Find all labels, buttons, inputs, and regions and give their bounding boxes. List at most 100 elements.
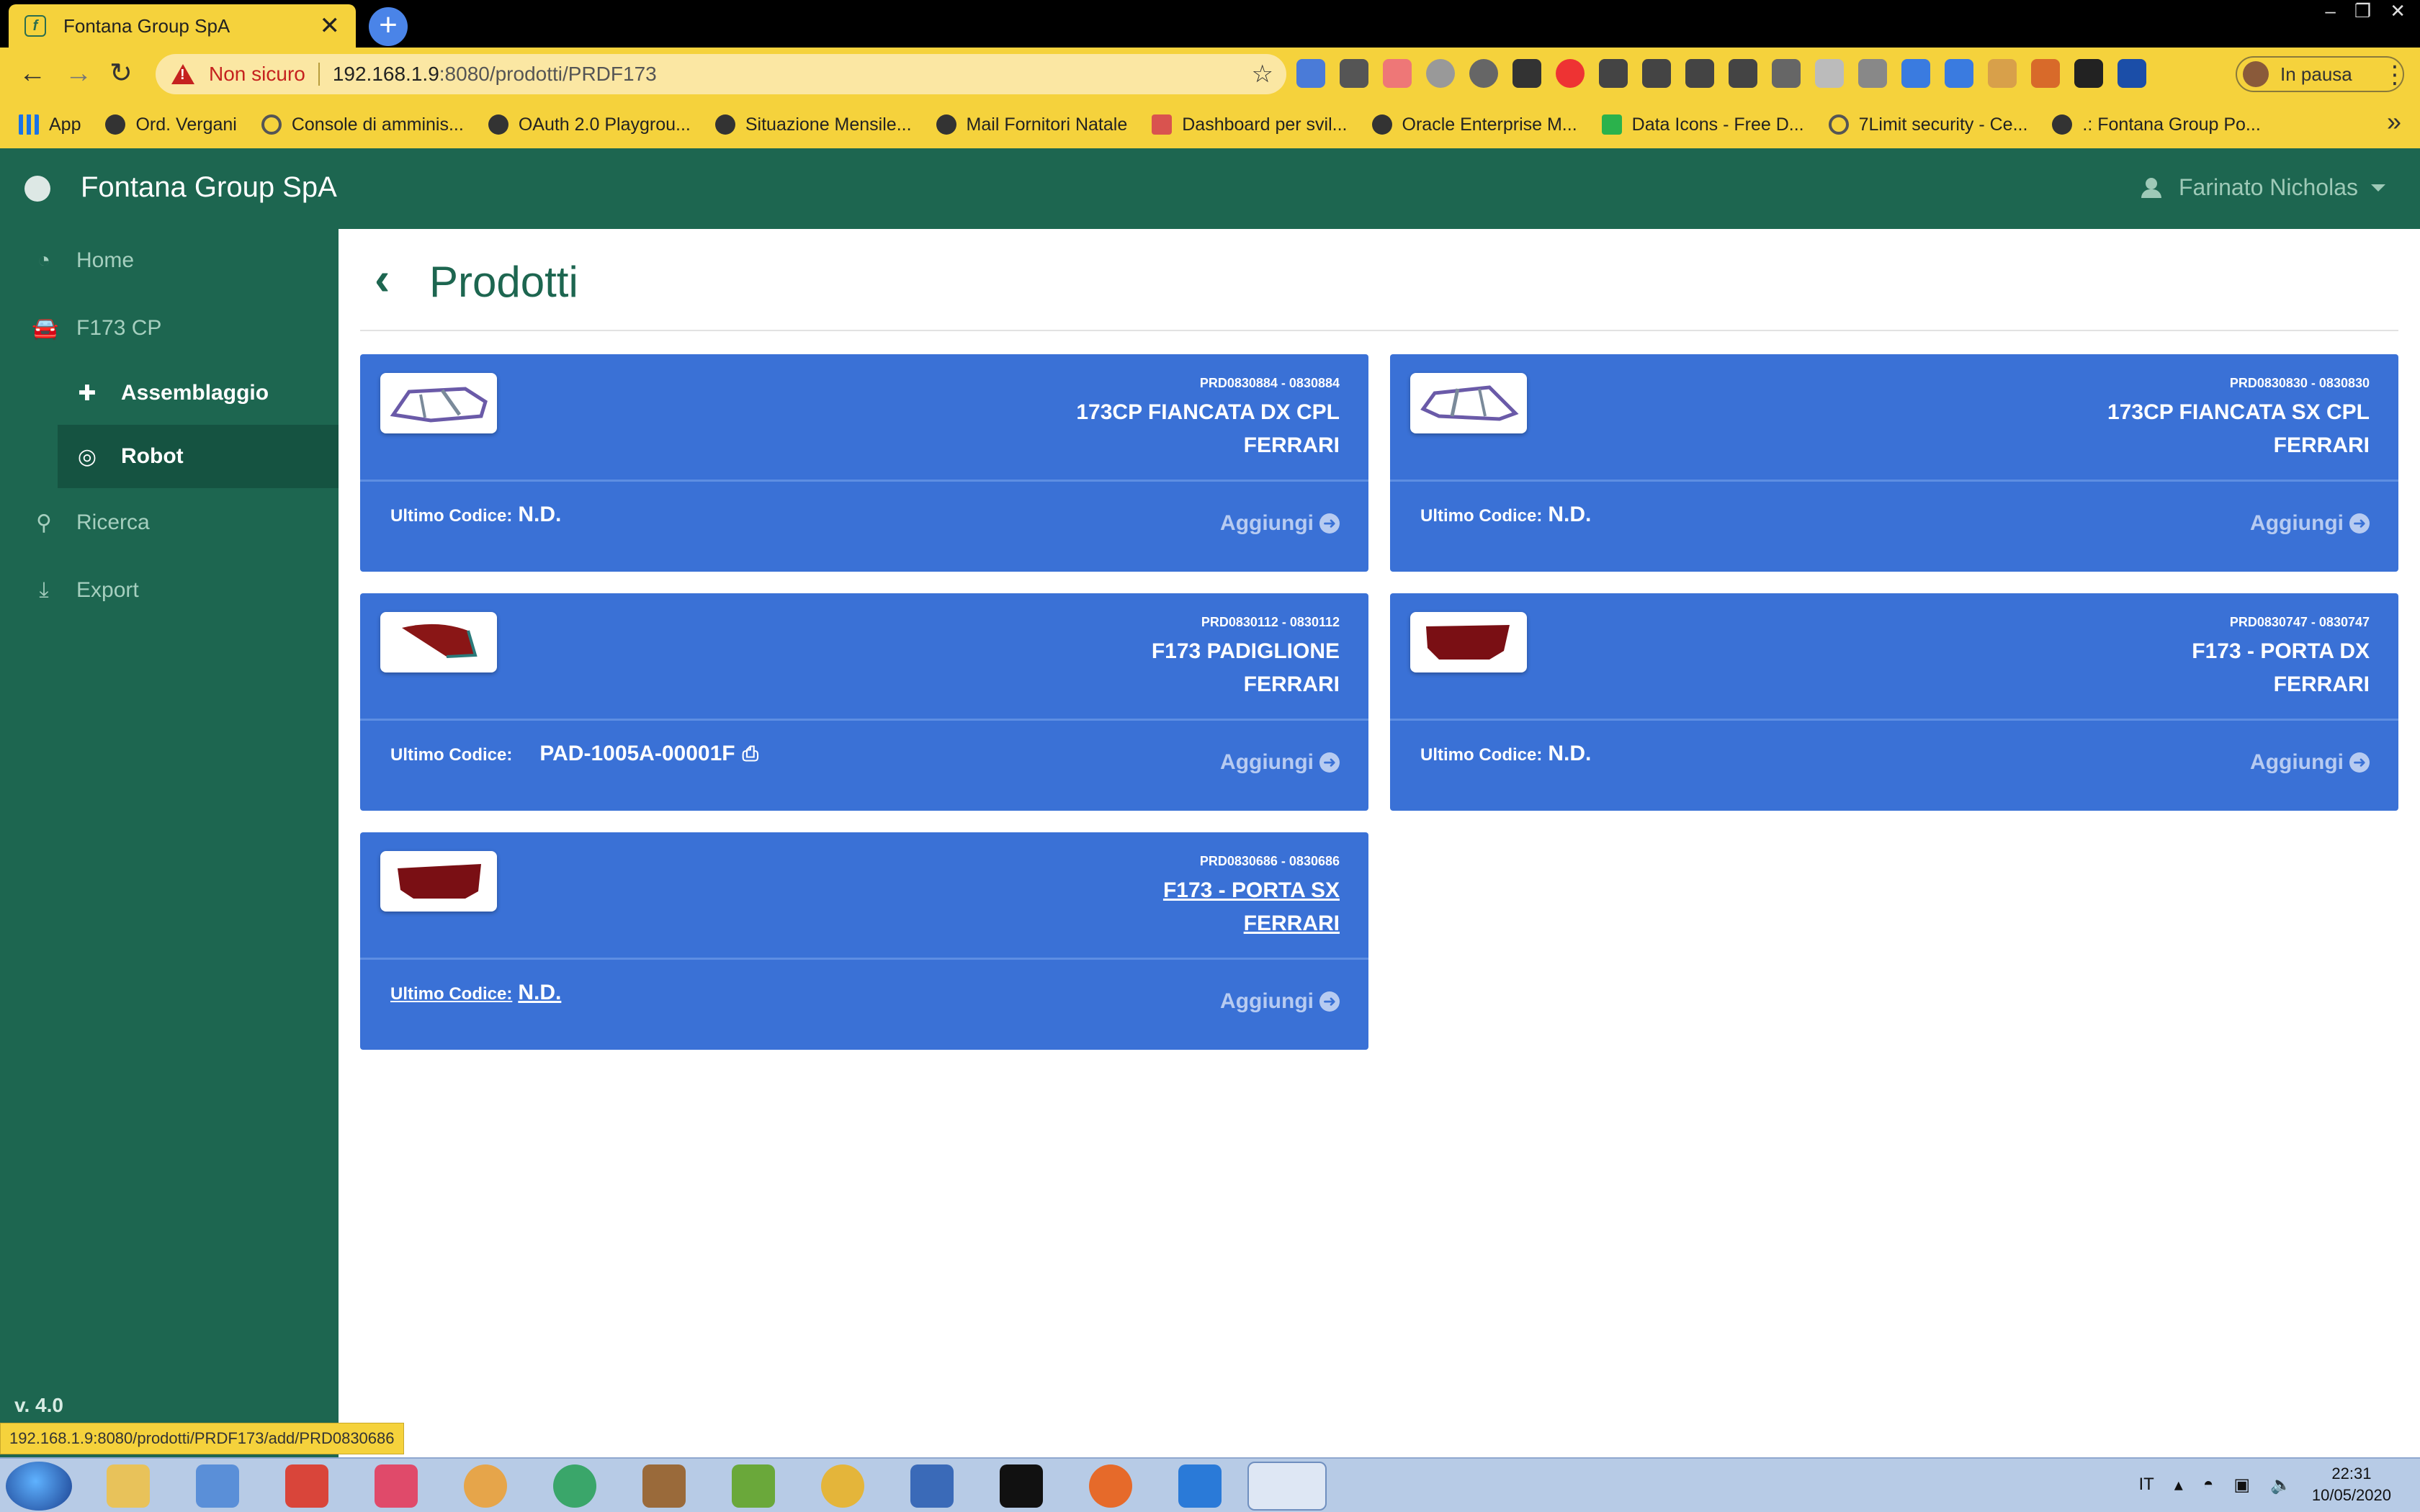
extension-icon[interactable] <box>1772 59 1801 88</box>
more-bookmarks-icon[interactable]: » <box>2387 107 2401 137</box>
bookmark-item[interactable]: Ord. Vergani <box>105 114 237 135</box>
clock[interactable]: 22:31 10/05/2020 <box>2312 1463 2391 1506</box>
terminal-icon[interactable] <box>1000 1464 1043 1508</box>
bookmark-label: Situazione Mensile... <box>745 114 912 135</box>
vscode-icon[interactable] <box>1178 1464 1222 1508</box>
product-thumbnail <box>380 612 497 672</box>
sidebar-item-f173-cp[interactable]: 🚘 F173 CP <box>0 297 339 360</box>
firefox-icon[interactable] <box>1089 1464 1132 1508</box>
start-button-icon[interactable] <box>6 1462 72 1511</box>
bookmark-item[interactable]: Oracle Enterprise M... <box>1371 114 1577 135</box>
dark-mode-extension-icon[interactable] <box>1556 59 1585 88</box>
sidebar-item-ricerca[interactable]: ⚲ Ricerca <box>0 491 339 554</box>
add-button[interactable]: Aggiungi ➜ <box>1220 750 1340 775</box>
card-divider <box>1390 719 2398 721</box>
product-thumbnail <box>380 851 497 912</box>
search-icon: ⚲ <box>36 510 52 535</box>
extension-icon[interactable] <box>1988 59 2017 88</box>
warning-icon <box>171 64 194 84</box>
remote-desktop-icon[interactable] <box>910 1464 954 1508</box>
minimize-icon[interactable]: ‒ <box>2325 0 2335 22</box>
bookmark-item[interactable]: Data Icons - Free D... <box>1601 114 1804 135</box>
add-button[interactable]: Aggiungi ➜ <box>2250 511 2370 536</box>
bookmark-item[interactable]: Situazione Mensile... <box>714 114 912 135</box>
extension-icon[interactable] <box>1383 59 1412 88</box>
extension-icon[interactable] <box>1815 59 1844 88</box>
add-button[interactable]: Aggiungi ➜ <box>1220 989 1340 1014</box>
back-chevron-icon[interactable]: ‹ <box>375 253 390 304</box>
extension-icon[interactable] <box>1945 59 1973 88</box>
checkmark-extension-icon[interactable] <box>2074 59 2103 88</box>
app-icon[interactable] <box>375 1464 418 1508</box>
chrome-active-window-icon[interactable] <box>1247 1462 1327 1511</box>
last-code-label: Ultimo Codice: <box>390 745 513 765</box>
function-extension-icon[interactable] <box>1685 59 1714 88</box>
address-bar[interactable]: Non sicuro 192.168.1.9:8080/prodotti/PRD… <box>156 54 1286 94</box>
translate-extension-icon[interactable] <box>1296 59 1325 88</box>
bookmark-star-icon[interactable]: ☆ <box>1252 60 1273 89</box>
last-code-label: Ultimo Codice: <box>390 506 513 526</box>
bookmark-item[interactable]: Mail Fornitori Natale <box>936 114 1127 135</box>
reload-icon[interactable]: ↻ <box>109 59 133 88</box>
sidebar-item-assemblaggio[interactable]: ✚ Assemblaggio <box>58 361 339 425</box>
volume-icon[interactable]: 🔈 <box>2270 1475 2292 1495</box>
app-title[interactable]: Fontana Group SpA <box>81 171 337 204</box>
last-code: Ultimo Codice: N.D. <box>390 981 561 1005</box>
add-label: Aggiungi <box>2250 511 2344 535</box>
title-divider <box>360 330 2398 331</box>
new-extension-icon[interactable] <box>1599 59 1628 88</box>
profile-button[interactable]: In pausa <box>2236 56 2404 92</box>
tray-expand-icon[interactable]: ▴ <box>2174 1475 2183 1495</box>
door-panel-icon <box>398 864 481 899</box>
extension-icon[interactable] <box>1901 59 1930 88</box>
printer-icon[interactable]: ⎙ <box>743 742 758 766</box>
extension-icon[interactable] <box>1729 59 1757 88</box>
app-icon[interactable] <box>464 1464 507 1508</box>
bookmark-item[interactable]: 7Limit security - Ce... <box>1828 114 2027 135</box>
chrome-icon[interactable] <box>821 1464 864 1508</box>
extension-icon[interactable] <box>1426 59 1455 88</box>
back-arrow-icon[interactable]: ← <box>19 59 46 88</box>
add-button[interactable]: Aggiungi ➜ <box>2250 750 2370 775</box>
bookmark-item[interactable]: .: Fontana Group Po... <box>2052 114 2261 135</box>
product-thumbnail <box>1410 373 1527 433</box>
product-name: 173CP FIANCATA SX CPL <box>2107 400 2370 424</box>
app-icon[interactable] <box>285 1464 328 1508</box>
extension-icon[interactable] <box>1858 59 1887 88</box>
color-picker-extension-icon[interactable] <box>1340 59 1368 88</box>
media-player-icon[interactable] <box>196 1464 239 1508</box>
new-tab-button[interactable]: + <box>369 7 408 46</box>
add-button[interactable]: Aggiungi ➜ <box>1220 511 1340 536</box>
close-window-icon[interactable]: ✕ <box>2390 0 2406 22</box>
file-explorer-icon[interactable] <box>107 1464 150 1508</box>
tray-app-icon[interactable]: ◓ <box>2203 1475 2214 1495</box>
user-menu[interactable]: Farinato Nicholas <box>2141 174 2385 201</box>
notepad-icon[interactable] <box>732 1464 775 1508</box>
incognito-extension-icon[interactable] <box>1512 59 1541 88</box>
arrow-circle-right-icon: ➜ <box>1319 752 1340 773</box>
bookmark-item[interactable]: OAuth 2.0 Playgrou... <box>488 114 691 135</box>
forward-arrow-icon[interactable]: → <box>65 59 92 88</box>
network-icon[interactable]: ▣ <box>2233 1475 2250 1495</box>
sidebar-item-export[interactable]: ⤓ Export <box>0 559 339 622</box>
last-code: Ultimo Codice: N.D. <box>1420 742 1591 766</box>
bookmark-item[interactable]: App <box>19 114 81 135</box>
json-extension-icon[interactable] <box>1642 59 1671 88</box>
browser-menu-icon[interactable]: ⋮ <box>2383 60 2407 89</box>
atom-editor-icon[interactable] <box>553 1464 596 1508</box>
restore-icon[interactable]: ❐ <box>2354 0 2371 22</box>
pdf-extension-icon[interactable] <box>2031 59 2060 88</box>
google-icon <box>261 114 282 135</box>
language-indicator[interactable]: IT <box>2138 1475 2154 1495</box>
browser-tab[interactable]: f Fontana Group SpA ✕ <box>9 4 356 48</box>
app-icon[interactable] <box>642 1464 686 1508</box>
extension-icon[interactable] <box>2118 59 2146 88</box>
bookmark-item[interactable]: Console di amminis... <box>261 114 464 135</box>
sidebar-item-home[interactable]: ◔ Home <box>0 229 339 292</box>
globe-icon <box>714 114 735 135</box>
tab-close-icon[interactable]: ✕ <box>320 14 341 38</box>
bookmark-item[interactable]: Dashboard per svil... <box>1152 114 1348 135</box>
extension-icon[interactable] <box>1469 59 1498 88</box>
globe-icon <box>936 114 956 135</box>
sidebar-item-robot[interactable]: ◎ Robot <box>58 425 339 488</box>
